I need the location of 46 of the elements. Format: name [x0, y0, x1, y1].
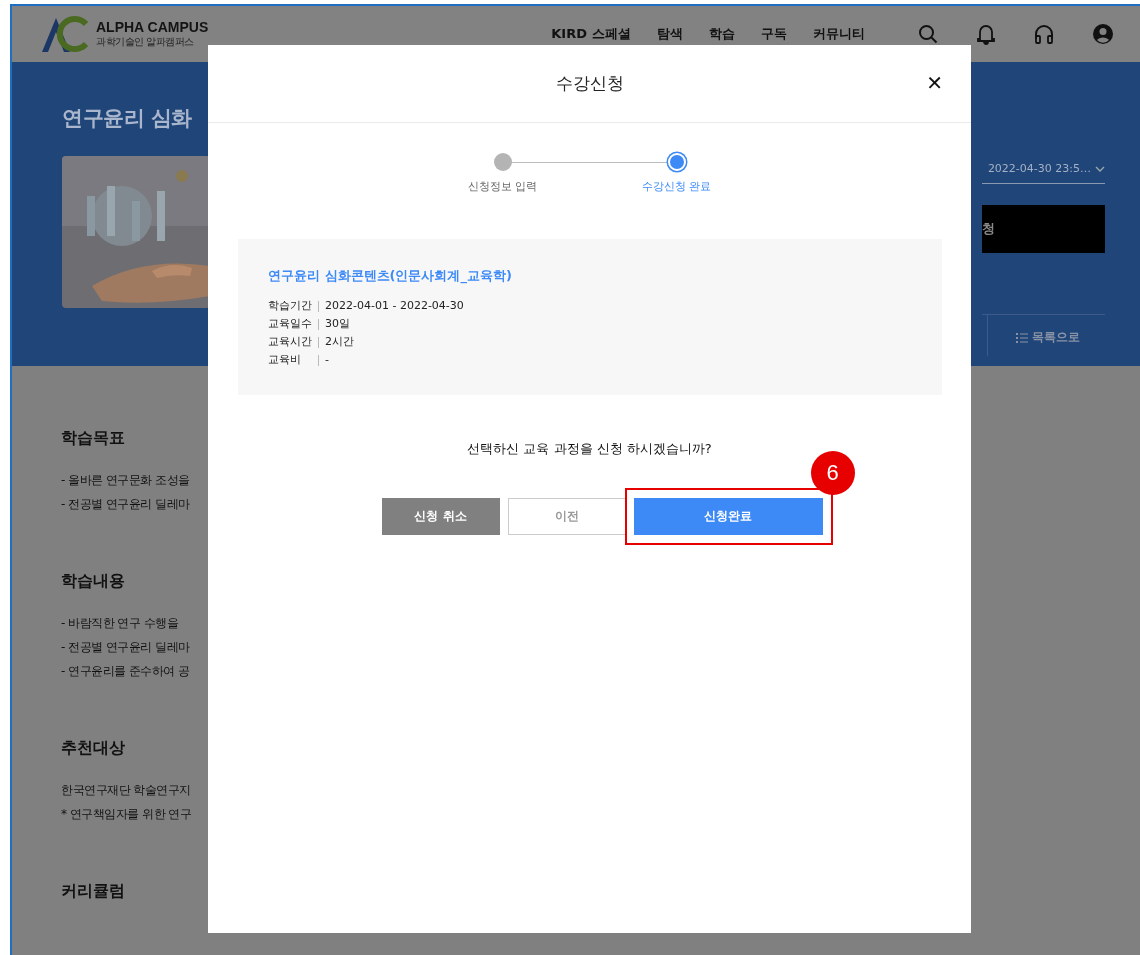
logo-icon [40, 14, 90, 54]
detail-value: 2시간 [325, 334, 354, 350]
nav-link[interactable]: KIRD 스페셜 [538, 25, 644, 43]
search-icon[interactable] [917, 24, 938, 44]
section-text: 한국연구재단 학술연구지 [61, 782, 191, 799]
nav-link[interactable]: 구독 [747, 25, 800, 43]
list-link[interactable]: 목록으로 [987, 315, 1105, 356]
step-label: 신청정보 입력 [467, 179, 538, 194]
detail-value: 30일 [325, 316, 350, 332]
detail-label: 교육비 [268, 352, 302, 368]
bell-icon[interactable] [976, 23, 995, 45]
course-title: 연구윤리 심화 [62, 105, 193, 132]
section-text: * 연구책임자를 위한 연구 [61, 806, 192, 823]
section-heading: 추천대상 [61, 738, 126, 759]
dialog-title: 수강신청 [555, 72, 624, 95]
chevron-icon [1095, 165, 1105, 172]
course-name: 연구윤리 심화콘텐츠(인문사회계_교육학) [268, 267, 513, 285]
section-heading: 커리큘럼 [61, 881, 126, 902]
nav-link[interactable]: 커뮤니티 [799, 25, 878, 43]
section-text: - 연구윤리를 준수하여 공 [61, 663, 190, 680]
nav-link[interactable]: 학습 [695, 25, 748, 43]
user-icon[interactable] [1092, 24, 1113, 44]
previous-button[interactable]: 이전 [507, 498, 626, 535]
confirm-question: 선택하신 교육 과정을 신청 하시겠습니까? [466, 440, 713, 458]
apply-button[interactable]: 청 [982, 205, 1105, 253]
step-number-badge: 6 [810, 451, 855, 495]
cancel-button[interactable]: 신청 취소 [381, 498, 500, 535]
list-icon [1016, 332, 1028, 343]
detail-label: 교육일수 [268, 316, 313, 332]
step-label: 수강신청 완료 [641, 179, 712, 194]
detail-value: - [325, 352, 329, 368]
detail-value: 2022-04-01 - 2022-04-30 [325, 298, 464, 314]
section-text: - 올바른 연구문화 조성을 [61, 472, 190, 489]
logo-subtitle: 과학기술인 알파캠퍼스 [96, 34, 195, 49]
section-text: - 전공별 연구윤리 딜레마 [61, 639, 190, 656]
section-text: - 바람직한 연구 수행을 [61, 615, 179, 632]
period-select[interactable]: 2022-04-30 23:5… [982, 162, 1105, 184]
nav-link[interactable]: 탐색 [643, 25, 696, 43]
detail-label: 교육시간 [268, 334, 313, 350]
headset-icon[interactable] [1033, 24, 1054, 44]
complete-button[interactable]: 신청완료 [633, 498, 823, 535]
detail-label: 학습기간 [268, 298, 313, 314]
logo-name: ALPHA CAMPUS [96, 19, 209, 35]
section-heading: 학습내용 [61, 571, 126, 592]
close-button[interactable]: ✕ [926, 71, 943, 95]
section-text: - 전공별 연구윤리 딜레마 [61, 496, 190, 513]
